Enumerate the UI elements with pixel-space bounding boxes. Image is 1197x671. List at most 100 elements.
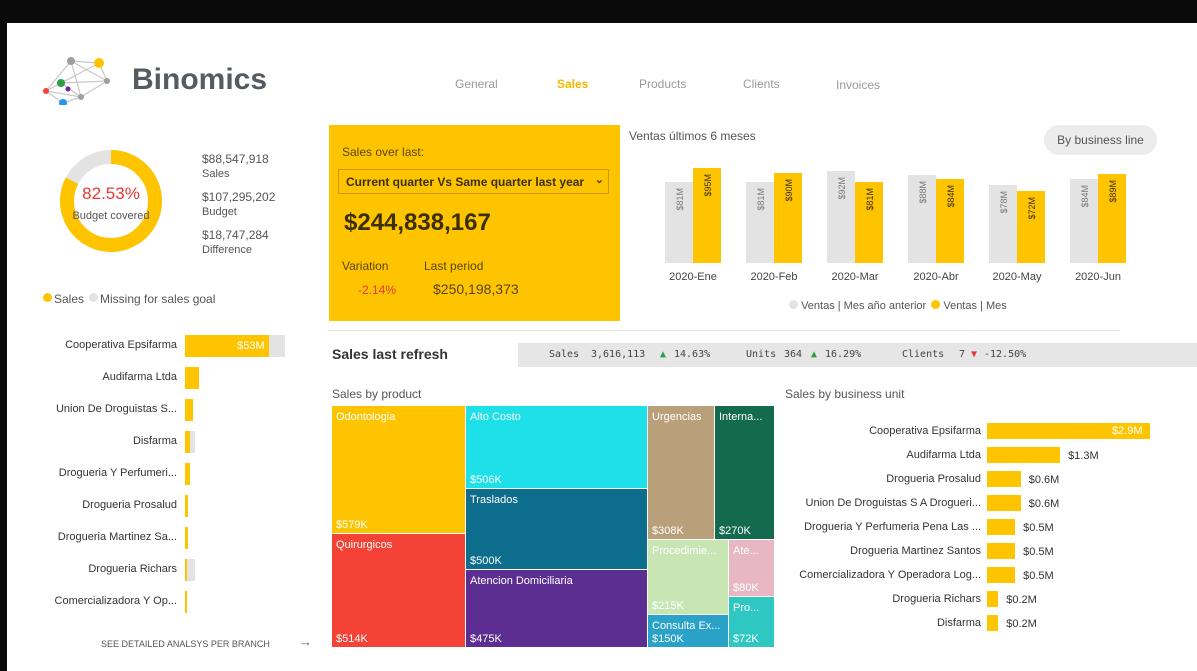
month-tick-label: 2020-Abr xyxy=(913,271,959,283)
refresh-clients-change: -12.50% xyxy=(984,349,1027,360)
treemap-cell[interactable]: Atencion Domiciliaria $475K xyxy=(466,570,647,647)
treemap-cell[interactable]: Pro... $72K xyxy=(729,597,774,647)
month-tick-label: 2020-Jun xyxy=(1075,271,1121,283)
refresh-title: Sales last refresh xyxy=(332,346,448,362)
treemap-cell[interactable]: Ate... $80K xyxy=(729,540,774,596)
product-chart-title: Sales by product xyxy=(332,387,422,401)
business-unit-value: $0.2M xyxy=(1006,618,1037,630)
tab-products[interactable]: Products xyxy=(639,77,686,91)
treemap-cell-name: Pro... xyxy=(733,602,760,614)
branch-detail-link[interactable]: SEE DETAILED ANALSYS PER BRANCH xyxy=(101,639,270,649)
business-unit-value: $2.9M xyxy=(1112,425,1143,437)
treemap-cell-name: Atencion Domiciliaria xyxy=(470,575,573,587)
branch-sales-bar[interactable] xyxy=(185,399,193,421)
business-unit-bar[interactable] xyxy=(987,447,1061,463)
legend-prev-dot-icon xyxy=(789,300,798,309)
branch-sales-bar[interactable] xyxy=(185,527,189,549)
up-arrow-icon: ▲ xyxy=(660,349,667,360)
sales-over-last-card: Sales over last: Current quarter Vs Same… xyxy=(329,125,620,321)
treemap-cell[interactable]: Urgencias $308K xyxy=(648,406,714,539)
bar-data-label: $81M xyxy=(675,188,685,211)
business-unit-bar[interactable] xyxy=(987,519,1016,535)
budget-value: $107,295,202 xyxy=(202,190,276,204)
treemap-cell[interactable]: Alto Costo $506K xyxy=(466,406,647,488)
bar-data-label: $92M xyxy=(837,177,847,200)
up-arrow-icon: ▲ xyxy=(811,349,818,360)
tab-invoices[interactable]: Invoices xyxy=(836,78,880,92)
refresh-clients-label: Clients xyxy=(902,349,945,360)
business-unit-chart: Cooperativa Epsifarma $2.9M Audifarma Ltda… xyxy=(777,423,1197,643)
business-unit-label: Comercializadora Y Operadora Log... xyxy=(799,569,981,581)
treemap-cell[interactable]: Procedimie... $215K xyxy=(648,540,728,614)
branch-sales-bar[interactable] xyxy=(185,463,190,485)
sales-value: $88,547,918 xyxy=(202,152,269,166)
sales-label: Sales xyxy=(202,168,230,180)
bar-data-label: $72M xyxy=(1027,197,1037,220)
business-unit-bar[interactable] xyxy=(987,567,1016,583)
treemap-cell[interactable]: Traslados $500K xyxy=(466,489,647,569)
treemap-cell-name: Alto Costo xyxy=(470,411,521,423)
branch-sales-bar[interactable] xyxy=(185,367,200,389)
branch-label: Audifarma Ltda xyxy=(102,371,177,383)
branch-sales-bar[interactable] xyxy=(185,591,187,613)
legend-prev-label: Ventas | Mes año anterior xyxy=(801,300,927,312)
branch-label: Disfarma xyxy=(132,435,177,447)
branch-sales-bar[interactable] xyxy=(185,495,189,517)
treemap-cell-name: Odontologia xyxy=(336,411,396,423)
treemap-cell-value: $475K xyxy=(470,633,502,645)
business-unit-label: Drogueria Richars xyxy=(892,593,981,605)
kpi-title: Sales over last: xyxy=(342,145,425,159)
monthly-chart-title: Ventas últimos 6 meses xyxy=(629,129,756,143)
business-unit-label: Cooperativa Epsifarma xyxy=(869,425,981,437)
period-dropdown[interactable]: Current quarter Vs Same quarter last yea… xyxy=(338,169,609,194)
month-tick-label: 2020-May xyxy=(993,271,1042,283)
business-unit-bar[interactable] xyxy=(987,495,1021,511)
legend-curr-label: Ventas | Mes xyxy=(943,300,1007,312)
treemap-cell[interactable]: Consulta Ex... $150K xyxy=(648,615,728,647)
branch-label: Drogueria Prosalud xyxy=(82,499,177,511)
kpi-value: $244,838,167 xyxy=(344,209,491,236)
refresh-sales-change: 14.63% xyxy=(674,349,711,360)
business-unit-bar[interactable] xyxy=(987,471,1021,487)
down-arrow-icon: ▼ xyxy=(971,349,978,360)
business-unit-label: Disfarma xyxy=(936,617,981,629)
refresh-clients-value: 7 xyxy=(959,349,966,360)
legend-missing: Missing for sales goal xyxy=(100,292,216,306)
bar-data-label: $81M xyxy=(756,188,766,211)
legend-sales-dot-icon xyxy=(43,293,52,302)
month-tick-label: 2020-Feb xyxy=(750,271,797,283)
business-unit-bar[interactable] xyxy=(987,615,999,631)
legend-curr-dot-icon xyxy=(931,300,941,309)
bar-data-label: $84M xyxy=(946,185,956,208)
refresh-units-value: 364 xyxy=(784,349,803,360)
business-unit-bar[interactable] xyxy=(987,543,1016,559)
variation-value: -2.14% xyxy=(358,283,397,297)
arrow-right-icon[interactable]: → xyxy=(299,634,312,649)
business-unit-bar[interactable] xyxy=(987,591,999,607)
refresh-sales-label: Sales xyxy=(549,349,580,360)
monthly-sales-chart: $81M $95M 2020-Ene $81M $90M 2020-Feb $92M $81M… xyxy=(665,168,1126,283)
business-unit-label: Audifarma Ltda xyxy=(906,449,981,461)
bar-data-label: $95M xyxy=(703,174,713,197)
treemap-cell-value: $215K xyxy=(652,600,684,612)
bar-data-label: $88M xyxy=(918,181,928,204)
treemap-cell[interactable]: Interna... $270K xyxy=(715,406,774,539)
treemap-cell[interactable]: Quirurgicos $514K xyxy=(332,534,465,647)
business-unit-label: Drogueria Prosalud xyxy=(886,473,981,485)
legend-sales: Sales xyxy=(54,292,85,306)
treemap-cell-value: $80K xyxy=(733,582,759,594)
treemap-cell[interactable]: Odontologia $579K xyxy=(332,406,465,533)
tab-clients[interactable]: Clients xyxy=(743,77,780,91)
branch-sales-bar[interactable] xyxy=(185,559,187,581)
branch-label: Drogueria Y Perfumeri... xyxy=(58,467,177,479)
branch-sales-bar[interactable] xyxy=(185,431,190,453)
variation-label: Variation xyxy=(342,259,389,273)
difference-value: $18,747,284 xyxy=(202,228,269,242)
branch-value-label: $53M xyxy=(237,340,265,352)
tab-general[interactable]: General xyxy=(455,77,498,91)
by-business-line-button[interactable]: By business line xyxy=(1044,125,1157,155)
app-title: Binomics xyxy=(132,63,268,96)
branch-label: Cooperativa Epsifarma xyxy=(65,339,177,351)
tab-sales[interactable]: Sales xyxy=(557,77,588,91)
refresh-stats-bar: Sales 3,616,113 ▲ 14.63% Units 364 ▲ 16.… xyxy=(518,343,1197,367)
